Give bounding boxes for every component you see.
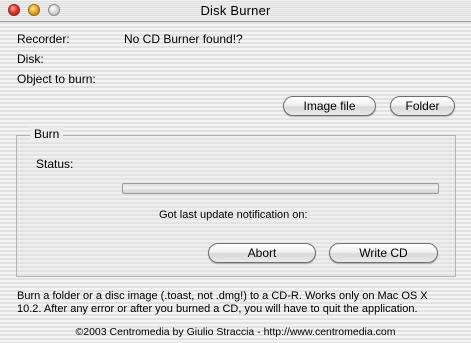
image-file-button[interactable]: Image file: [283, 96, 376, 116]
info-text-line-1: Burn a folder or a disc image (.toast, n…: [17, 290, 428, 302]
burn-progress-bar: [122, 183, 439, 194]
info-text-line-2: 10.2. After any error or after you burne…: [17, 303, 418, 315]
window-title: Disk Burner: [200, 3, 271, 18]
object-to-burn-label: Object to burn:: [17, 72, 96, 86]
abort-button[interactable]: Abort: [208, 243, 316, 263]
status-label: Status:: [36, 157, 74, 171]
copyright-footer: ©2003 Centromedia by Giulio Straccia - h…: [75, 326, 396, 338]
folder-button[interactable]: Folder: [390, 96, 455, 116]
update-notification-text: Got last update notification on:: [159, 209, 308, 221]
title-bar[interactable]: Disk Burner: [0, 0, 471, 22]
recorder-value: No CD Burner found!?: [124, 32, 243, 46]
disk-label: Disk:: [17, 52, 44, 66]
write-cd-button[interactable]: Write CD: [329, 243, 438, 263]
recorder-label: Recorder:: [17, 32, 70, 46]
burn-group-title: Burn: [30, 127, 64, 141]
